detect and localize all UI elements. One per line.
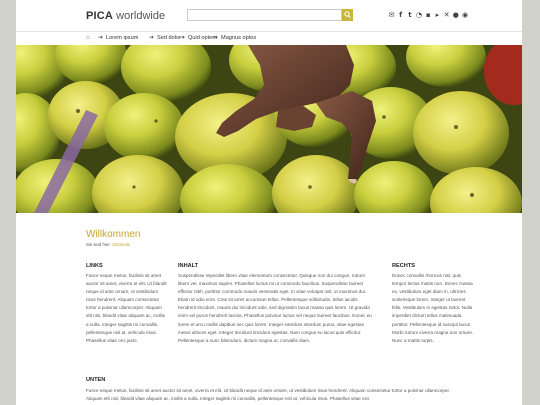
social-icons: ✉ f t ◔ ▪ ▸ ✕ ● ◉ xyxy=(388,11,469,21)
apples-photo xyxy=(16,45,522,213)
facebook-icon[interactable]: f xyxy=(397,11,404,19)
arrow-right-icon: ➜ xyxy=(213,35,219,41)
nav-item-label: Lorem ipsum xyxy=(106,35,139,41)
column-title-links: LINKS xyxy=(86,263,103,269)
column-title-unten: UNTEN xyxy=(86,377,106,383)
header: PICA worldwide ✉ f t ◔ ▪ ▸ ✕ ● ◉ xyxy=(16,0,522,30)
page-title: Willkommen xyxy=(86,229,141,240)
nav-item-magnus-optos[interactable]: ➜ Magnus optos xyxy=(213,35,256,42)
column-text-inhalt: Suspendisse imperdiet libero vitae eleme… xyxy=(178,273,372,343)
search-icon xyxy=(344,11,351,19)
brand-name-bold: PICA xyxy=(86,10,114,22)
arrow-right-icon: ➜ xyxy=(98,35,104,41)
search-input[interactable] xyxy=(187,9,342,21)
nav-item-sed-dolor[interactable]: ➜ Sed dolor xyxy=(149,35,181,42)
page: PICA worldwide ✉ f t ◔ ▪ ▸ ✕ ● ◉ ⌂ ➜ Lor… xyxy=(16,0,522,405)
site-logo[interactable]: PICA worldwide xyxy=(86,10,165,22)
nav-item-quid-optem[interactable]: ➜ Quid optem xyxy=(180,35,217,42)
rss-icon[interactable]: ◔ xyxy=(416,11,423,19)
search-button[interactable] xyxy=(342,9,353,21)
column-title-rechts: RECHTS xyxy=(392,263,415,269)
nav-item-label: Magnus optos xyxy=(221,35,257,41)
xing-icon[interactable]: ✕ xyxy=(443,11,450,19)
nav-item-lorem-ipsum[interactable]: ➜ Lorem ipsum xyxy=(98,35,138,42)
main-content: Willkommen Sie sind hier: Startseite LIN… xyxy=(86,213,522,405)
search-form xyxy=(187,9,353,21)
mail-icon[interactable]: ✉ xyxy=(388,11,395,19)
breadcrumb-link[interactable]: Startseite xyxy=(112,242,130,247)
column-text-rechts: Donec convallis rhoncus nisl, quis tempo… xyxy=(392,273,474,343)
youtube-icon[interactable]: ▸ xyxy=(434,11,441,19)
main-navigation: ⌂ ➜ Lorem ipsum ➜ Sed dolor ➜ Quid optem… xyxy=(16,31,522,45)
hero-image xyxy=(16,45,522,213)
breadcrumb-prefix: Sie sind hier: xyxy=(86,242,111,247)
column-text-links: Fusce neque metus, facilisis sit amet au… xyxy=(86,273,167,343)
nav-home[interactable]: ⌂ xyxy=(86,35,90,42)
brand-name-light: worldwide xyxy=(116,10,166,22)
home-icon: ⌂ xyxy=(86,35,90,41)
google-plus-icon[interactable]: ● xyxy=(452,11,459,19)
twitter-icon[interactable]: t xyxy=(406,11,413,19)
breadcrumb: Sie sind hier: Startseite xyxy=(86,242,130,247)
arrow-right-icon: ➜ xyxy=(149,35,155,41)
instagram-icon[interactable]: ◉ xyxy=(462,11,469,19)
column-text-unten: Fusce neque metus, facilisis sit amet au… xyxy=(86,388,451,402)
arrow-right-icon: ➜ xyxy=(180,35,186,41)
nav-item-label: Sed dolor xyxy=(157,35,181,41)
column-title-inhalt: INHALT xyxy=(178,263,199,269)
linkedin-icon[interactable]: ▪ xyxy=(425,11,432,19)
